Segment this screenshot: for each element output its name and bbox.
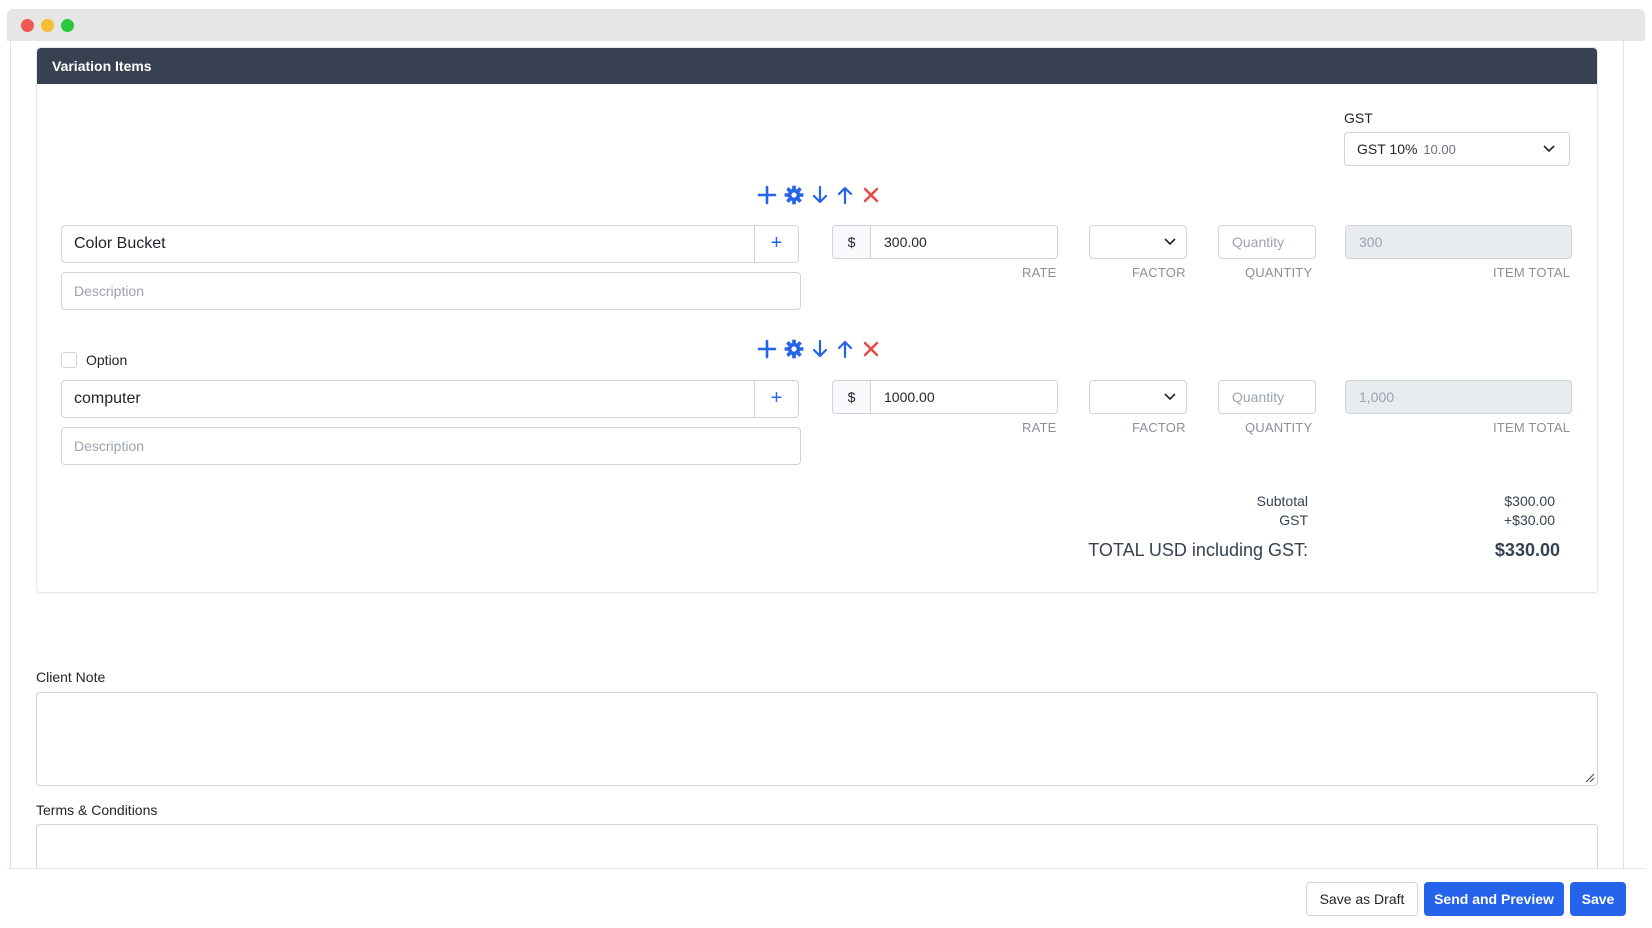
- item-name-input[interactable]: computer: [61, 380, 755, 418]
- gst-select-value: GST 10%: [1357, 141, 1418, 157]
- save-button[interactable]: Save: [1570, 882, 1626, 916]
- rate-input[interactable]: 300.00: [871, 225, 1058, 259]
- window-titlebar: [7, 9, 1645, 41]
- send-and-preview-button[interactable]: Send and Preview: [1424, 882, 1564, 916]
- item-total-label: ITEM TOTAL: [1493, 420, 1571, 435]
- gst-label: GST: [1344, 110, 1373, 126]
- item-total-label: ITEM TOTAL: [1493, 265, 1571, 280]
- close-window-dot[interactable]: [21, 19, 34, 32]
- gear-icon[interactable]: [784, 185, 804, 205]
- chevron-down-icon: [1164, 393, 1176, 401]
- item-total-field: 1,000: [1345, 380, 1572, 414]
- arrow-down-icon[interactable]: [812, 339, 828, 359]
- factor-label: FACTOR: [1132, 420, 1186, 435]
- factor-label: FACTOR: [1132, 265, 1186, 280]
- arrow-up-icon[interactable]: [837, 339, 853, 359]
- gst-select[interactable]: GST 10% 10.00: [1344, 132, 1570, 166]
- quantity-input[interactable]: Quantity: [1218, 225, 1316, 259]
- save-as-draft-button[interactable]: Save as Draft: [1306, 882, 1418, 916]
- gst-summary-label: GST: [1279, 512, 1308, 528]
- rate-input[interactable]: 1000.00: [871, 380, 1058, 414]
- add-item-icon[interactable]: [757, 185, 777, 205]
- item-description-input[interactable]: Description: [61, 427, 801, 465]
- item-name-input[interactable]: Color Bucket: [61, 225, 755, 263]
- minimize-window-dot[interactable]: [41, 19, 54, 32]
- currency-addon: $: [832, 225, 871, 259]
- item-total-field: 300: [1345, 225, 1572, 259]
- add-item-detail-button[interactable]: +: [755, 380, 799, 418]
- close-icon[interactable]: [863, 341, 879, 357]
- subtotal-value: $300.00: [1504, 493, 1555, 509]
- quantity-input[interactable]: Quantity: [1218, 380, 1316, 414]
- factor-select[interactable]: [1089, 225, 1187, 259]
- arrow-up-icon[interactable]: [837, 185, 853, 205]
- rate-label: RATE: [1022, 420, 1057, 435]
- quantity-label: QUANTITY: [1245, 420, 1313, 435]
- gear-icon[interactable]: [784, 339, 804, 359]
- chevron-down-icon: [1164, 238, 1176, 246]
- maximize-window-dot[interactable]: [61, 19, 74, 32]
- total-label: TOTAL USD including GST:: [1088, 540, 1308, 560]
- footer-action-bar: Save as Draft Send and Preview Save: [7, 868, 1645, 928]
- gst-select-rate: 10.00: [1423, 142, 1456, 157]
- factor-select[interactable]: [1089, 380, 1187, 414]
- arrow-down-icon[interactable]: [812, 185, 828, 205]
- add-item-icon[interactable]: [757, 339, 777, 359]
- option-checkbox[interactable]: [61, 352, 77, 368]
- client-note-label: Client Note: [36, 669, 106, 685]
- rate-label: RATE: [1022, 265, 1057, 280]
- terms-label: Terms & Conditions: [36, 802, 158, 818]
- subtotal-label: Subtotal: [1256, 493, 1308, 509]
- gst-summary-value: +$30.00: [1504, 512, 1555, 528]
- add-item-detail-button[interactable]: +: [755, 225, 799, 263]
- client-note-textarea[interactable]: [36, 692, 1598, 786]
- variation-items-card: Variation Items: [36, 47, 1598, 593]
- card-title: Variation Items: [37, 48, 1597, 84]
- total-value: $330.00: [1494, 540, 1560, 560]
- page-border-right: [1623, 41, 1624, 871]
- option-label: Option: [86, 352, 128, 368]
- resize-handle-icon[interactable]: [1585, 773, 1595, 783]
- close-icon[interactable]: [863, 187, 879, 203]
- currency-addon: $: [832, 380, 871, 414]
- item-description-input[interactable]: Description: [61, 272, 801, 310]
- chevron-down-icon: [1543, 145, 1555, 153]
- quantity-label: QUANTITY: [1245, 265, 1313, 280]
- page-border-left: [10, 41, 11, 871]
